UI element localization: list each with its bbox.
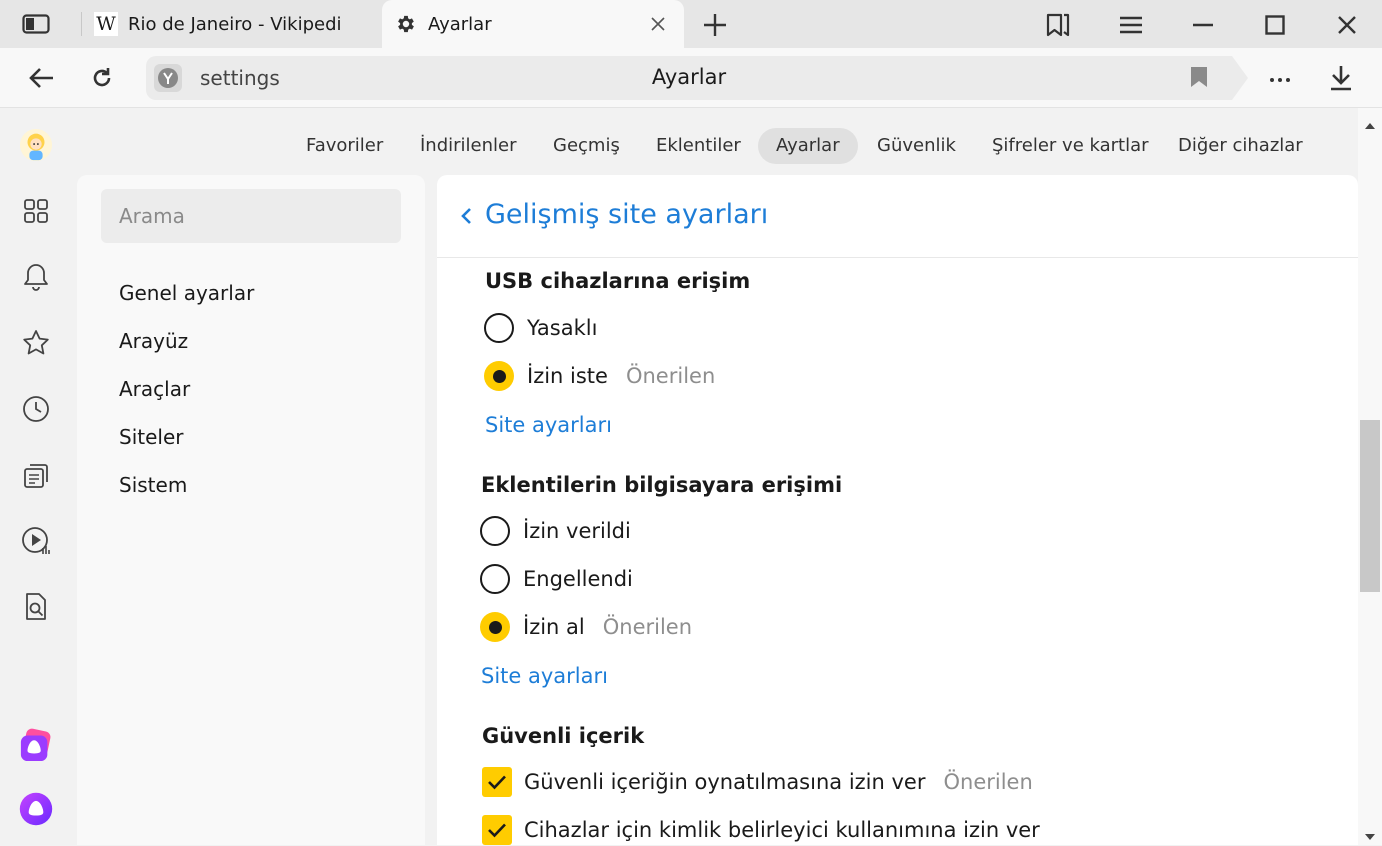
sidebar-toggle-icon[interactable] — [22, 14, 50, 34]
radio-button-selected[interactable] — [480, 612, 510, 642]
maximize-icon[interactable] — [1262, 12, 1288, 38]
radio-usb-ask[interactable]: İzin iste Önerilen — [484, 360, 715, 392]
radio-button[interactable] — [480, 516, 510, 546]
nav-general-settings[interactable]: Genel ayarlar — [119, 281, 254, 305]
scroll-up-arrow-icon[interactable] — [1364, 116, 1376, 129]
radio-ext-ask[interactable]: İzin al Önerilen — [480, 611, 692, 643]
close-tab-icon[interactable] — [646, 12, 670, 36]
wikipedia-icon: W — [94, 12, 118, 36]
download-icon[interactable] — [1327, 64, 1355, 92]
recommended-label: Önerilen — [625, 364, 716, 388]
nav-interface[interactable]: Arayüz — [119, 329, 188, 353]
radio-usb-forbidden[interactable]: Yasaklı — [484, 312, 597, 344]
gear-icon — [394, 12, 418, 36]
avatar[interactable] — [19, 128, 53, 162]
search-placeholder: Arama — [119, 204, 185, 228]
bookmark-icon[interactable] — [1190, 66, 1212, 90]
option-label: Güvenli içeriğin oynatılmasına izin ver — [524, 770, 926, 794]
alice-app-icon[interactable] — [19, 728, 53, 762]
scrollbar[interactable] — [1358, 108, 1382, 845]
settings-content: Gelişmiş site ayarları USB cihazlarına e… — [437, 175, 1358, 845]
tab-other-devices[interactable]: Diğer cihazlar — [1160, 128, 1321, 164]
option-label: İzin iste — [527, 364, 608, 388]
option-label: Engellendi — [523, 567, 633, 591]
settings-sidebar: Arama Genel ayarlar Arayüz Araçlar Sitel… — [77, 175, 425, 845]
checkbox-device-identifiers[interactable]: Cihazlar için kimlik belirleyici kullanı… — [482, 814, 1040, 845]
address-page-title: Ayarlar — [651, 65, 727, 89]
recommended-label: Önerilen — [943, 770, 1033, 794]
checkbox-protected-playback[interactable]: Güvenli içeriğin oynatılmasına izin ver … — [482, 766, 1033, 798]
settings-top-nav: Favoriler İndirilenler Geçmiş Eklentiler… — [74, 128, 1358, 164]
tab-downloads[interactable]: İndirilenler — [402, 128, 535, 164]
radio-ext-blocked[interactable]: Engellendi — [480, 563, 633, 595]
history-clock-icon[interactable] — [19, 392, 53, 426]
scroll-down-arrow-icon[interactable] — [1364, 827, 1376, 840]
tab-title: Rio de Janeiro - Vikipedi — [128, 13, 342, 35]
video-play-icon[interactable] — [19, 524, 53, 558]
radio-button[interactable] — [480, 564, 510, 594]
more-icon[interactable] — [1266, 64, 1294, 92]
checkbox-checked[interactable] — [482, 767, 512, 797]
nav-sites[interactable]: Siteler — [119, 425, 183, 449]
yandex-browser-icon[interactable] — [154, 64, 182, 92]
nav-system[interactable]: Sistem — [119, 473, 187, 497]
tab-bar: W Rio de Janeiro - Vikipedi Ayarlar — [0, 0, 1382, 48]
site-settings-link-usb[interactable]: Site ayarları — [485, 413, 612, 437]
apps-grid-icon[interactable] — [19, 194, 53, 228]
chevron-left-icon[interactable] — [459, 206, 473, 226]
site-settings-link-extensions[interactable]: Site ayarları — [481, 664, 608, 688]
reload-icon[interactable] — [88, 64, 116, 92]
tab-history[interactable]: Geçmiş — [535, 128, 638, 164]
minimize-icon[interactable] — [1190, 12, 1216, 38]
close-window-icon[interactable] — [1334, 12, 1360, 38]
option-label: İzin al — [523, 615, 585, 639]
settings-page: Favoriler İndirilenler Geçmiş Eklentiler… — [74, 108, 1358, 845]
content-header: Gelişmiş site ayarları — [437, 175, 1358, 258]
checkbox-checked[interactable] — [482, 815, 512, 845]
address-bar[interactable]: settings Ayarlar — [146, 56, 1248, 100]
tab-extensions[interactable]: Eklentiler — [638, 128, 759, 164]
alice-assistant-icon[interactable] — [19, 792, 53, 826]
recommended-label: Önerilen — [602, 615, 693, 639]
menu-icon[interactable] — [1118, 12, 1144, 38]
navigation-bar: settings Ayarlar — [0, 48, 1382, 108]
nav-tools[interactable]: Araçlar — [119, 377, 190, 401]
radio-ext-allowed[interactable]: İzin verildi — [480, 515, 631, 547]
tab-settings[interactable]: Ayarlar — [382, 0, 684, 48]
search-document-icon[interactable] — [19, 590, 53, 624]
section-title-usb: USB cihazlarına erişim — [485, 269, 751, 293]
side-panel — [0, 108, 74, 845]
page-title[interactable]: Gelişmiş site ayarları — [485, 199, 768, 230]
radio-button[interactable] — [484, 313, 514, 343]
tab-passwords-and-cards[interactable]: Şifreler ve kartlar — [974, 128, 1167, 164]
star-icon[interactable] — [19, 326, 53, 360]
scrollbar-thumb[interactable] — [1360, 420, 1380, 592]
bookmarks-collection-icon[interactable] — [1045, 12, 1071, 38]
tab-settings-active[interactable]: Ayarlar — [758, 128, 858, 164]
address-url[interactable]: settings — [200, 66, 280, 90]
bell-icon[interactable] — [19, 260, 53, 294]
section-title-protected-content: Güvenli içerik — [482, 724, 645, 748]
search-input[interactable]: Arama — [101, 189, 401, 243]
tab-favorites[interactable]: Favoriler — [288, 128, 401, 164]
tab-title: Ayarlar — [428, 13, 492, 35]
tab-rio-de-janeiro[interactable]: W Rio de Janeiro - Vikipedi — [82, 0, 380, 48]
section-title-extensions-access: Eklentilerin bilgisayara erişimi — [481, 473, 843, 497]
tab-security[interactable]: Güvenlik — [859, 128, 974, 164]
radio-button-selected[interactable] — [484, 361, 514, 391]
new-tab-icon[interactable] — [702, 12, 728, 38]
news-feed-icon[interactable] — [19, 458, 53, 492]
option-label: İzin verildi — [523, 519, 631, 543]
back-arrow-icon[interactable] — [28, 64, 56, 92]
option-label: Yasaklı — [527, 316, 598, 340]
option-label: Cihazlar için kimlik belirleyici kullanı… — [524, 818, 1040, 842]
